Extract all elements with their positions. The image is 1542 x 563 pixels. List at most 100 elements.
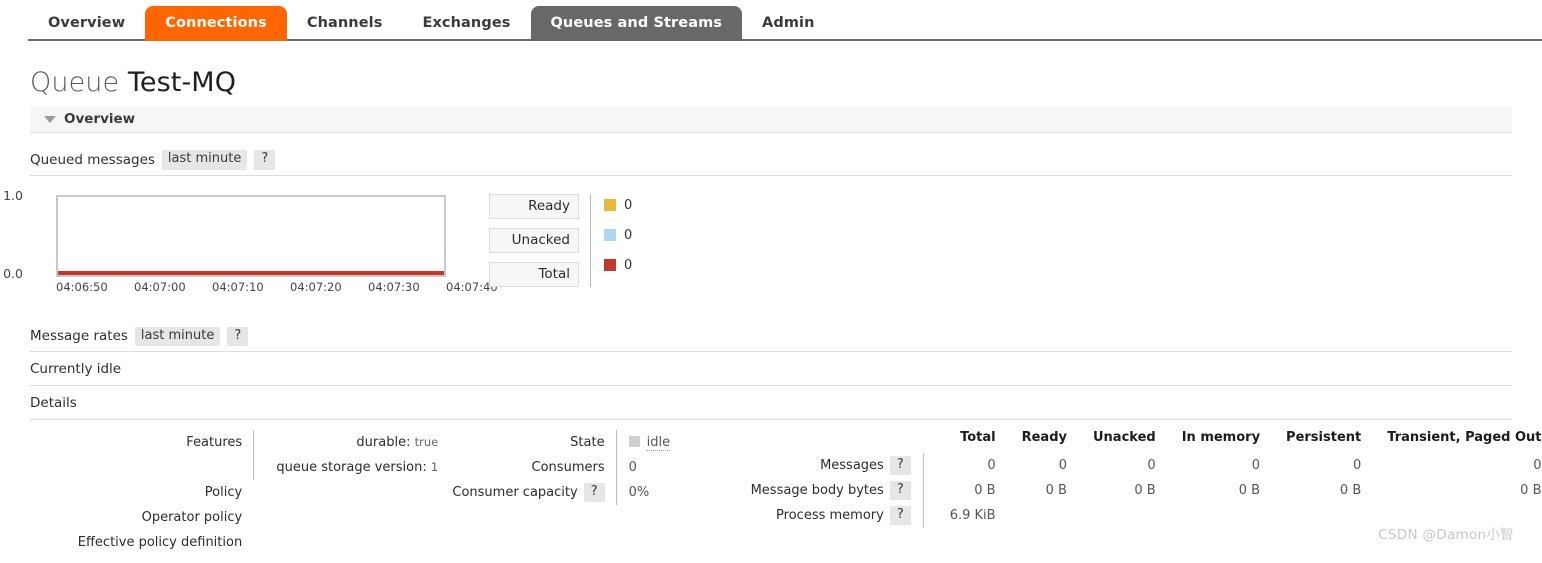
state-square-icon bbox=[628, 435, 640, 447]
stats-cell: 0 bbox=[1352, 457, 1362, 473]
legend-swatch-icon bbox=[604, 229, 616, 242]
legend-swatch-icon bbox=[604, 199, 616, 212]
currently-idle-text: Currently idle bbox=[30, 352, 1512, 386]
legend-current-value: 0 bbox=[624, 257, 633, 273]
help-icon[interactable]: ? bbox=[889, 505, 911, 526]
detail-label-effective-policy-definition: Effective policy definition bbox=[77, 534, 243, 550]
message-rates-period-selector[interactable]: last minute bbox=[134, 326, 221, 346]
nav-tab-exchanges[interactable]: Exchanges bbox=[402, 6, 530, 42]
label-text: Process memory bbox=[776, 507, 884, 523]
stats-cell: 0 bbox=[1147, 457, 1156, 473]
stats-cell: 0 B bbox=[1134, 482, 1156, 498]
stats-col-in-memory: In memory bbox=[1181, 429, 1261, 445]
queued-messages-period-selector[interactable]: last minute bbox=[161, 150, 248, 170]
legend-button-ready[interactable]: Ready bbox=[489, 193, 579, 219]
detail-label-consumer-capacity: Consumer capacity? bbox=[438, 480, 605, 505]
stats-cell: 0 B bbox=[1238, 482, 1261, 498]
label-text: Consumer capacity bbox=[452, 484, 578, 500]
message-rates-label: Message rates bbox=[30, 328, 128, 345]
stats-cell bbox=[1067, 503, 1156, 528]
nav-tab-queues-and-streams[interactable]: Queues and Streams bbox=[530, 5, 743, 41]
stats-col-transient-paged-out: Transient, Paged Out bbox=[1387, 429, 1542, 445]
chart-legend-buttons: Ready Unacked Total bbox=[489, 193, 579, 288]
x-axis-tick: 04:06:50 bbox=[56, 279, 108, 294]
y-axis-tick-max: 1.0 bbox=[3, 187, 23, 203]
x-axis-tick: 04:07:20 bbox=[290, 279, 342, 294]
details-panel: Features Policy Operator policy Effective p… bbox=[0, 429, 1542, 555]
legend-swatch-icon bbox=[604, 259, 616, 272]
stats-col-persistent: Persistent bbox=[1286, 429, 1362, 445]
watermark: CSDN @Damon小智 bbox=[1378, 526, 1514, 543]
state-value-text: idle bbox=[646, 434, 671, 451]
detail-label-policy: Policy bbox=[204, 484, 243, 500]
nav-tab-overview[interactable]: Overview bbox=[28, 6, 145, 42]
nav-tab-admin[interactable]: Admin bbox=[742, 6, 835, 42]
legend-current-value: 0 bbox=[624, 227, 633, 243]
label-text: Message body bytes bbox=[750, 482, 884, 498]
detail-label-operator-policy: Operator policy bbox=[141, 509, 243, 525]
stats-header-row: Total Ready Unacked In memory Persistent Tran… bbox=[751, 429, 1542, 453]
stats-cell bbox=[1260, 503, 1361, 528]
stats-cell: 6.9 KiB bbox=[949, 507, 996, 523]
stats-cell: 0 bbox=[1533, 457, 1542, 473]
x-axis-tick: 04:07:30 bbox=[368, 279, 420, 294]
queued-messages-chart: 1.0 0.0 04:06:50 04:07:00 04:07:10 04:07:20… bbox=[3, 188, 498, 304]
stats-row-label-process-memory: Process memory? bbox=[750, 502, 924, 528]
stats-col-total: Total bbox=[960, 429, 996, 445]
label-text: Messages bbox=[820, 457, 884, 473]
features-labels: Features Policy Operator policy Effective p… bbox=[0, 430, 253, 555]
stats-cell: 0 B bbox=[1520, 482, 1542, 498]
chart-series-line-total bbox=[58, 270, 444, 275]
message-stats-table: Total Ready Unacked In memory Persistent Tran… bbox=[750, 429, 1542, 528]
x-axis-tick: 04:07:00 bbox=[134, 279, 186, 294]
detail-value-state: idle bbox=[628, 430, 721, 455]
features-values: durable: true queue storage version: 1 bbox=[253, 429, 438, 480]
nav-tab-channels[interactable]: Channels bbox=[287, 6, 403, 42]
legend-current-value: 0 bbox=[624, 197, 633, 213]
label-text: Consumers bbox=[531, 459, 605, 475]
feature-value: 1 bbox=[430, 459, 439, 474]
overview-section-label: Overview bbox=[64, 111, 136, 128]
stats-cell: 0 B bbox=[974, 482, 996, 498]
stats-col-ready: Ready bbox=[1021, 429, 1067, 445]
feature-value: true bbox=[414, 434, 439, 449]
state-group: State Consumers Consumer capacity? idle 0 0% bbox=[438, 429, 721, 505]
main-navigation: Overview Connections Channels Exchanges Queu… bbox=[0, 0, 1542, 41]
overview-section-header[interactable]: Overview bbox=[30, 107, 1512, 134]
message-rates-header: Message rates last minute ? bbox=[30, 326, 1512, 352]
queued-messages-help-icon[interactable]: ? bbox=[254, 150, 276, 170]
help-icon[interactable]: ? bbox=[889, 480, 911, 501]
feature-key: queue storage version: bbox=[276, 459, 431, 475]
nav-tab-list: Overview Connections Channels Exchanges Queu… bbox=[28, 0, 835, 41]
legend-button-unacked[interactable]: Unacked bbox=[489, 227, 579, 254]
x-axis-tick: 04:07:10 bbox=[212, 279, 264, 294]
detail-label-features: Features bbox=[186, 434, 243, 450]
legend-value-unacked: 0 bbox=[604, 228, 632, 243]
stats-cell: 0 B bbox=[1045, 482, 1067, 498]
page-title-name: Test-MQ bbox=[127, 67, 237, 98]
queued-messages-chart-block: 1.0 0.0 04:06:50 04:07:00 04:07:10 04:07:20… bbox=[0, 188, 1542, 310]
help-icon[interactable]: ? bbox=[889, 455, 911, 476]
nav-tab-connections[interactable]: Connections bbox=[145, 5, 287, 41]
feature-row: queue storage version: 1 bbox=[266, 455, 438, 480]
detail-label-spacer bbox=[0, 455, 242, 480]
message-rates-help-icon[interactable]: ? bbox=[227, 326, 249, 346]
legend-value-ready: 0 bbox=[604, 198, 632, 213]
legend-button-total[interactable]: Total bbox=[489, 262, 579, 288]
state-labels: State Consumers Consumer capacity? bbox=[438, 430, 615, 505]
stats-cell: 0 bbox=[987, 457, 996, 473]
details-section-label: Details bbox=[30, 386, 1512, 420]
stats-cell: 0 B bbox=[1339, 482, 1362, 498]
stats-row-label-message-body-bytes: Message body bytes? bbox=[750, 477, 924, 503]
help-icon[interactable]: ? bbox=[583, 482, 605, 503]
stats-row: Message body bytes? 0 B 0 B 0 B 0 B 0 B 0 B bbox=[750, 477, 1542, 503]
stats-row-label-messages: Messages? bbox=[750, 452, 924, 478]
queued-messages-label: Queued messages bbox=[30, 152, 155, 169]
legend-value-total: 0 bbox=[604, 258, 632, 273]
stats-body: Messages? 0 0 0 0 0 0 Message body bytes? 0 B 0 B… bbox=[750, 452, 1542, 528]
detail-value-consumer-capacity: 0% bbox=[628, 484, 650, 500]
feature-row: durable: true bbox=[266, 430, 438, 455]
x-axis-tick-labels: 04:06:50 04:07:00 04:07:10 04:07:20 04:07:30… bbox=[56, 279, 498, 294]
label-text: State bbox=[570, 434, 605, 450]
page-content: Queue Test-MQ Overview Queued messages l… bbox=[0, 67, 1542, 555]
